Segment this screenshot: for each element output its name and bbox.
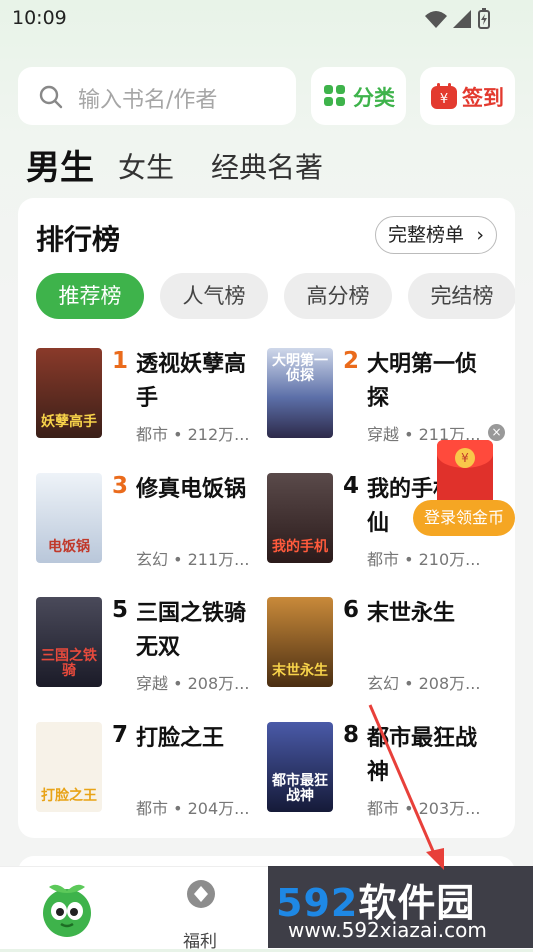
cover-title: 打脸之王: [41, 788, 97, 804]
search-box[interactable]: 输入书名/作者: [18, 67, 296, 125]
book-meta: 穿越 • 208万...: [136, 674, 250, 693]
rank-number: 4: [343, 473, 360, 499]
tab-classics[interactable]: 经典名著: [211, 146, 323, 186]
book-title: 打脸之王: [136, 726, 225, 751]
red-packet-icon[interactable]: ¥: [437, 440, 493, 506]
category-label: 分类: [353, 86, 395, 110]
book-item[interactable]: 电饭锅 3 修真电饭锅 玄幻 • 211万...: [36, 473, 268, 583]
cover-title: 末世永生: [272, 663, 328, 679]
cover-title: 都市最狂战神: [272, 773, 328, 804]
cover-title: 电饭锅: [48, 539, 90, 555]
rank-number: 3: [112, 473, 129, 499]
rank-number: 8: [343, 722, 360, 748]
book-title: 三国之铁骑无双: [136, 601, 247, 660]
nav-fuli-label: 福利: [183, 932, 217, 952]
ranking-title: 排行榜: [36, 223, 121, 256]
book-meta: 都市 • 212万...: [136, 425, 250, 444]
diamond-icon: [186, 879, 216, 913]
status-time: 10:09: [12, 7, 67, 29]
tab-high-score[interactable]: 高分榜: [284, 273, 392, 319]
sign-in-calendar-icon: ¥: [430, 82, 458, 114]
book-cover: 三国之铁骑: [36, 597, 102, 687]
rank-number: 7: [112, 722, 129, 748]
tab-recommended[interactable]: 推荐榜: [36, 273, 144, 319]
wifi-icon: [425, 11, 447, 28]
book-item[interactable]: 末世永生 6 末世永生 玄幻 • 208万...: [267, 597, 499, 707]
book-cover: 都市最狂战神: [267, 722, 333, 812]
book-meta: 都市 • 203万...: [367, 799, 481, 818]
search-placeholder: 输入书名/作者: [78, 88, 218, 113]
site-watermark: 592软件园 www.592xiazai.com: [268, 866, 533, 948]
book-title: 透视妖孽高手: [136, 352, 247, 411]
book-cover: 打脸之王: [36, 722, 102, 812]
sign-in-label: 签到: [462, 86, 504, 110]
rank-number: 1: [112, 348, 129, 374]
category-button[interactable]: 分类: [311, 67, 406, 125]
book-item[interactable]: 都市最狂战神 8 都市最狂战神 都市 • 203万...: [267, 722, 499, 832]
book-title: 都市最狂战神: [367, 726, 478, 785]
full-list-button[interactable]: 完整榜单 ›: [374, 216, 497, 254]
sign-in-button[interactable]: ¥ 签到: [420, 67, 515, 125]
book-cover: 我的手机: [267, 473, 333, 563]
rank-number: 2: [343, 348, 360, 374]
nav-fuli[interactable]: 福利: [168, 877, 232, 952]
book-cover: 大明第一侦探: [267, 348, 333, 438]
status-bar: 10:09: [0, 0, 533, 36]
book-cover: 电饭锅: [36, 473, 102, 563]
book-item[interactable]: 打脸之王 7 打脸之王 都市 • 204万...: [36, 722, 268, 832]
book-item[interactable]: 妖孽高手 1 透视妖孽高手 都市 • 212万...: [36, 348, 268, 458]
login-coin-button[interactable]: 登录领金币: [413, 500, 515, 536]
chevron-right-icon: ›: [476, 224, 484, 246]
signal-icon: [453, 10, 471, 28]
tab-female[interactable]: 女生: [118, 146, 174, 186]
book-title: 末世永生: [367, 601, 456, 626]
book-meta: 都市 • 204万...: [136, 799, 250, 818]
book-item[interactable]: 三国之铁骑 5 三国之铁骑无双 穿越 • 208万...: [36, 597, 268, 707]
category-grid-icon: [323, 84, 347, 112]
close-icon[interactable]: ×: [488, 424, 505, 441]
rank-number: 6: [343, 597, 360, 623]
book-cover: 末世永生: [267, 597, 333, 687]
book-meta: 玄幻 • 211万...: [136, 550, 250, 569]
cover-title: 妖孽高手: [41, 414, 97, 430]
home-mascot-icon[interactable]: [37, 879, 97, 943]
book-cover: 妖孽高手: [36, 348, 102, 438]
battery-icon: [478, 8, 490, 29]
search-icon: [38, 84, 64, 114]
cover-title: 我的手机: [272, 539, 328, 555]
book-title: 修真电饭锅: [136, 477, 247, 502]
book-meta: 玄幻 • 208万...: [367, 674, 481, 693]
status-icons: [423, 8, 493, 34]
rank-number: 5: [112, 597, 129, 623]
tab-popular[interactable]: 人气榜: [160, 273, 268, 319]
watermark-url: www.592xiazai.com: [288, 918, 487, 942]
tab-male[interactable]: 男生: [26, 140, 94, 189]
coin-icon: ¥: [455, 448, 475, 468]
book-meta: 都市 • 210万...: [367, 550, 481, 569]
tab-completed[interactable]: 完结榜: [408, 273, 515, 319]
book-title: 大明第一侦探: [367, 352, 478, 411]
svg-text:¥: ¥: [440, 92, 448, 107]
full-list-label: 完整榜单: [387, 224, 464, 246]
cover-title: 大明第一侦探: [272, 353, 328, 384]
cover-title: 三国之铁骑: [41, 648, 97, 679]
